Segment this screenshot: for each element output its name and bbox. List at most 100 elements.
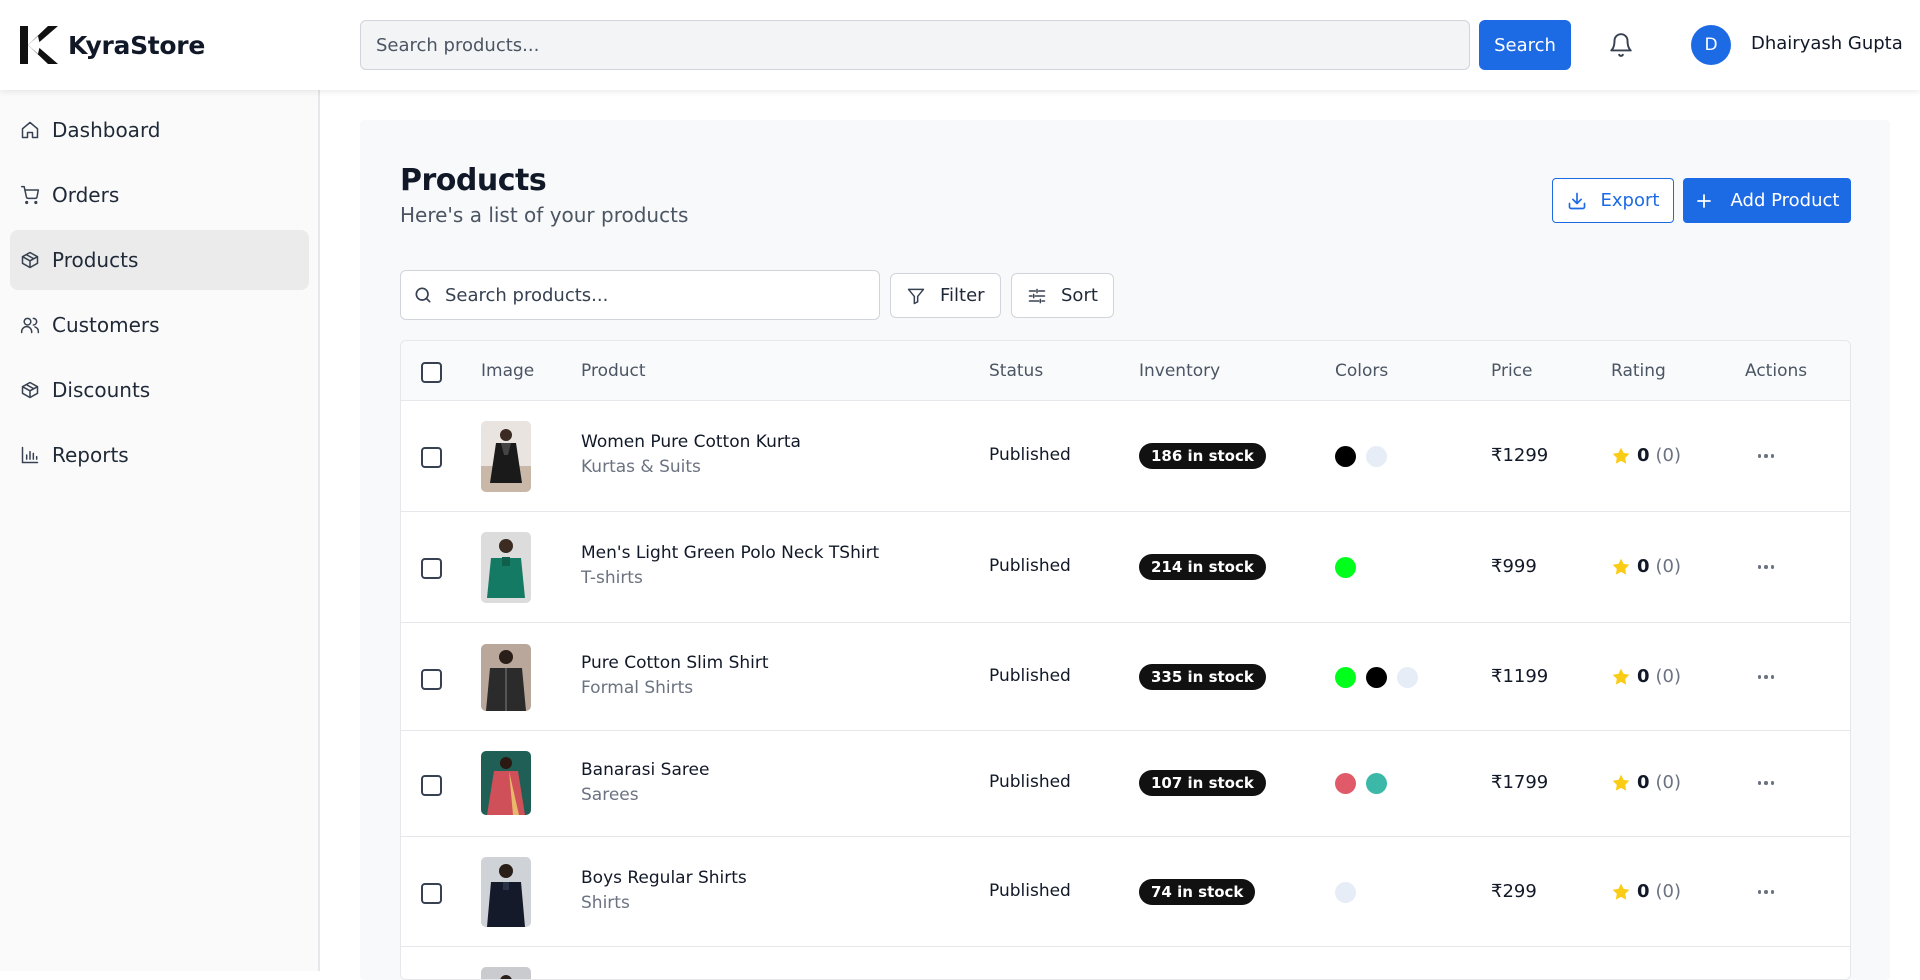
color-swatch	[1366, 667, 1387, 688]
search-icon	[415, 287, 431, 303]
table-row[interactable]: Women Pure Cotton Kurta Kurtas & Suits P…	[401, 401, 1850, 512]
download-icon	[1568, 192, 1585, 209]
sidebar-item-reports[interactable]: Reports	[10, 425, 309, 485]
product-price: ₹1799	[1491, 772, 1549, 793]
products-table: Image Product Status Inventory Colors Pr…	[400, 340, 1851, 980]
table-row[interactable]: Boys Regular Shirts Shirts Published 74 …	[401, 837, 1850, 947]
column-header-rating: Rating	[1611, 361, 1666, 381]
product-name[interactable]: Banarasi Saree	[581, 760, 709, 780]
product-name[interactable]: Women Pure Cotton Kurta	[581, 432, 801, 452]
filter-button[interactable]: Filter	[890, 273, 1001, 318]
column-header-status: Status	[989, 361, 1044, 381]
product-price: ₹1299	[1491, 445, 1549, 466]
stock-badge: 186 in stock	[1139, 443, 1266, 469]
product-thumbnail	[481, 751, 531, 815]
row-checkbox[interactable]	[421, 883, 442, 904]
sidebar-item-discounts[interactable]: Discounts	[10, 360, 309, 420]
column-header-image: Image	[481, 361, 535, 381]
row-checkbox[interactable]	[421, 447, 442, 468]
table-row[interactable]: Men's Light Green Polo Neck TShirt T-shi…	[401, 512, 1850, 623]
sort-button[interactable]: Sort	[1011, 273, 1114, 318]
star-icon	[1612, 447, 1630, 464]
row-checkbox[interactable]	[421, 558, 442, 579]
product-status: Published	[989, 445, 1071, 465]
column-header-price: Price	[1491, 361, 1533, 381]
sidebar-item-dashboard[interactable]: Dashboard	[10, 100, 309, 160]
product-search[interactable]	[400, 270, 880, 320]
rating-count: (0)	[1655, 666, 1682, 687]
sidebar-item-orders[interactable]: Orders	[10, 165, 309, 225]
color-swatch	[1335, 557, 1356, 578]
add-product-button[interactable]: Add Product	[1683, 178, 1851, 223]
header-search-button[interactable]: Search	[1479, 20, 1571, 70]
row-checkbox[interactable]	[421, 775, 442, 796]
color-swatches	[1335, 446, 1387, 467]
sidebar-item-label: Dashboard	[52, 118, 161, 142]
filter-label: Filter	[940, 285, 985, 306]
avatar[interactable]: D	[1691, 25, 1731, 65]
more-actions-icon[interactable]	[1751, 446, 1781, 466]
product-name[interactable]: Men's Light Green Polo Neck TShirt	[581, 543, 879, 563]
sidebar-item-label: Discounts	[52, 378, 151, 402]
product-category: Sarees	[581, 785, 639, 805]
product-thumbnail	[481, 532, 531, 603]
product-thumbnail	[481, 857, 531, 927]
box-icon	[21, 381, 39, 399]
top-bar: KyraStore Search D Dhairyash Gupta	[0, 0, 1920, 90]
color-swatch	[1335, 667, 1356, 688]
more-actions-icon[interactable]	[1751, 882, 1781, 902]
sort-label: Sort	[1061, 285, 1098, 306]
product-thumbnail	[481, 967, 531, 979]
rating-value: 0	[1637, 556, 1650, 577]
home-icon	[21, 121, 39, 139]
table-row[interactable]	[401, 947, 1850, 979]
more-actions-icon[interactable]	[1751, 667, 1781, 687]
user-name[interactable]: Dhairyash Gupta	[1751, 33, 1903, 54]
filter-icon	[907, 288, 925, 304]
sidebar-item-customers[interactable]: Customers	[10, 295, 309, 355]
table-row[interactable]: Pure Cotton Slim Shirt Formal Shirts Pub…	[401, 623, 1850, 731]
stock-badge: 107 in stock	[1139, 770, 1266, 796]
table-row[interactable]: Banarasi Saree Sarees Published 107 in s…	[401, 731, 1850, 837]
rating-count: (0)	[1655, 445, 1682, 466]
stock-badge: 335 in stock	[1139, 664, 1266, 690]
sidebar-item-label: Reports	[52, 443, 129, 467]
color-swatch	[1397, 667, 1418, 688]
star-icon	[1612, 668, 1630, 685]
product-rating: 0 (0)	[1611, 445, 1681, 466]
column-header-actions: Actions	[1745, 361, 1808, 381]
product-price: ₹1199	[1491, 666, 1549, 687]
cart-icon	[20, 185, 40, 205]
more-actions-icon[interactable]	[1751, 557, 1781, 577]
stock-badge: 214 in stock	[1139, 554, 1266, 580]
color-swatches	[1335, 773, 1387, 794]
color-swatch	[1335, 773, 1356, 794]
row-checkbox[interactable]	[421, 669, 442, 690]
rating-value: 0	[1637, 881, 1650, 902]
select-all-checkbox[interactable]	[421, 362, 442, 383]
product-status: Published	[989, 666, 1071, 686]
bell-icon[interactable]	[1608, 32, 1634, 58]
sidebar: Dashboard Orders Products Customers Disc…	[0, 90, 320, 971]
rating-count: (0)	[1655, 556, 1682, 577]
more-actions-icon[interactable]	[1751, 773, 1781, 793]
export-button[interactable]: Export	[1552, 178, 1674, 223]
product-category: Shirts	[581, 893, 630, 913]
kyra-logo-icon	[20, 26, 58, 64]
product-name[interactable]: Boys Regular Shirts	[581, 868, 747, 888]
product-search-input[interactable]	[445, 284, 865, 306]
color-swatches	[1335, 882, 1356, 903]
column-header-colors: Colors	[1335, 361, 1389, 381]
color-swatches	[1335, 557, 1356, 578]
star-icon	[1612, 774, 1630, 791]
product-category: Kurtas & Suits	[581, 457, 701, 477]
app-logo[interactable]: KyraStore	[18, 24, 205, 66]
header-search-input[interactable]	[360, 20, 1470, 70]
product-rating: 0 (0)	[1611, 666, 1681, 687]
product-status: Published	[989, 881, 1071, 901]
page-title: Products	[400, 163, 547, 198]
sidebar-item-products[interactable]: Products	[10, 230, 309, 290]
rating-count: (0)	[1655, 772, 1682, 793]
color-swatch	[1335, 446, 1356, 467]
product-name[interactable]: Pure Cotton Slim Shirt	[581, 653, 769, 673]
